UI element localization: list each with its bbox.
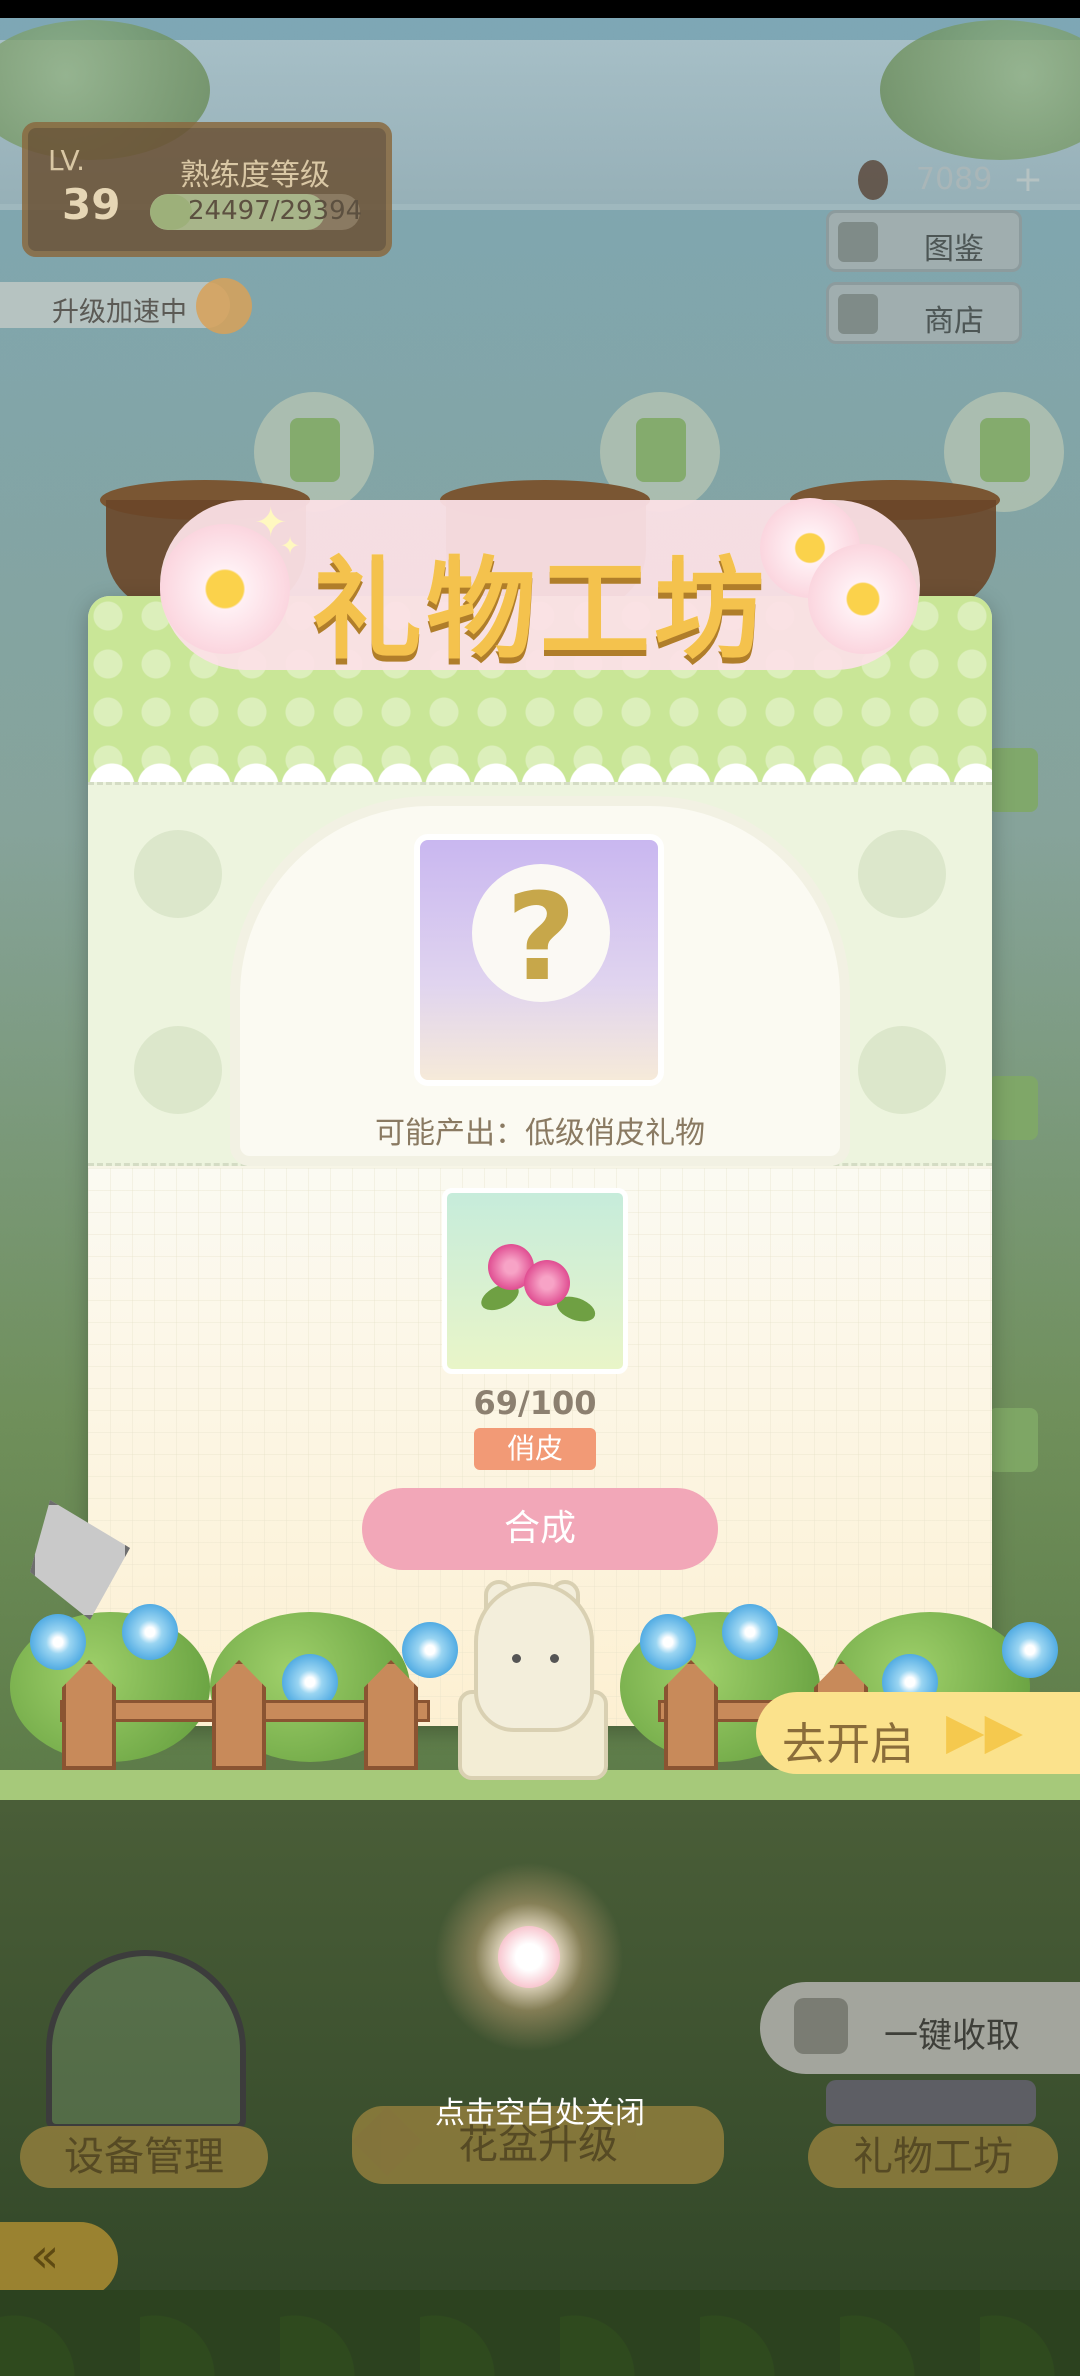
morning-glory-icon — [30, 1614, 86, 1670]
seed-bag-icon — [988, 1076, 1038, 1140]
morning-glory-icon — [1002, 1622, 1058, 1678]
coin-icon — [150, 194, 192, 230]
boost-label: 升级加速中 — [52, 297, 187, 328]
seed-bag-icon — [980, 418, 1030, 482]
morning-glory-icon — [122, 1604, 178, 1660]
dialog-scallop-edge — [88, 746, 992, 786]
morning-glory-icon — [402, 1622, 458, 1678]
fast-forward-icon: ▶▶ — [946, 1702, 1023, 1760]
clover-decoration — [858, 830, 946, 918]
avatar — [196, 278, 252, 334]
proficiency-progress: 24497/29394 — [188, 196, 363, 226]
clover-decoration — [134, 830, 222, 918]
level-value: 39 — [62, 180, 121, 229]
seed-bag-icon — [988, 1408, 1038, 1472]
bunny-statue — [474, 1582, 594, 1732]
close-hint[interactable]: 点击空白处关闭 — [0, 2088, 1080, 2132]
proficiency-title: 熟练度等级 — [180, 158, 330, 193]
currency-value: 7089 — [916, 162, 993, 197]
go-open-label: 去开启 — [782, 1719, 914, 1770]
morning-glory-flower-icon — [524, 1260, 570, 1306]
device-manage-button[interactable]: 设备管理 — [20, 2126, 268, 2188]
morning-glory-icon — [722, 1604, 778, 1660]
possible-output-text: 可能产出：低级俏皮礼物 — [375, 1116, 705, 1151]
level-label: LV. — [48, 144, 85, 177]
seed-bag-icon — [636, 418, 686, 482]
material-count: 69/100 — [473, 1384, 597, 1422]
gift-workshop-dialog: ? 可能产出：低级俏皮礼物 69/100 俏皮 合成 — [88, 596, 992, 1726]
shop-label: 商店 — [924, 304, 984, 339]
add-currency-button[interactable]: + — [1008, 160, 1048, 200]
foreground-bushes — [0, 2290, 1080, 2376]
glowing-flower-core — [498, 1926, 560, 1988]
back-arrow-icon: « — [30, 2228, 60, 2284]
clover-decoration — [134, 1026, 222, 1114]
catalog-label: 图鉴 — [924, 232, 984, 267]
clover-decoration — [858, 1026, 946, 1114]
material-tag: 俏皮 — [474, 1428, 596, 1470]
bunny-eye — [512, 1654, 521, 1663]
gift-workshop-button[interactable]: 礼物工坊 — [808, 2126, 1058, 2188]
collect-all-label: 一键收取 — [884, 2016, 1020, 2056]
collect-icon — [794, 1998, 848, 2054]
catalog-icon — [838, 222, 878, 262]
bunny-eye — [550, 1654, 559, 1663]
seed-bag-icon — [290, 418, 340, 482]
morning-glory-icon — [640, 1614, 696, 1670]
dialog-title: 礼物工坊 — [312, 545, 768, 674]
question-mark-icon: ? — [506, 869, 576, 1008]
synthesize-button[interactable]: 合成 — [362, 1488, 718, 1570]
seed-bag-icon — [988, 748, 1038, 812]
status-bar — [0, 0, 1080, 18]
shop-icon — [838, 294, 878, 334]
seed-currency-icon — [858, 160, 888, 200]
